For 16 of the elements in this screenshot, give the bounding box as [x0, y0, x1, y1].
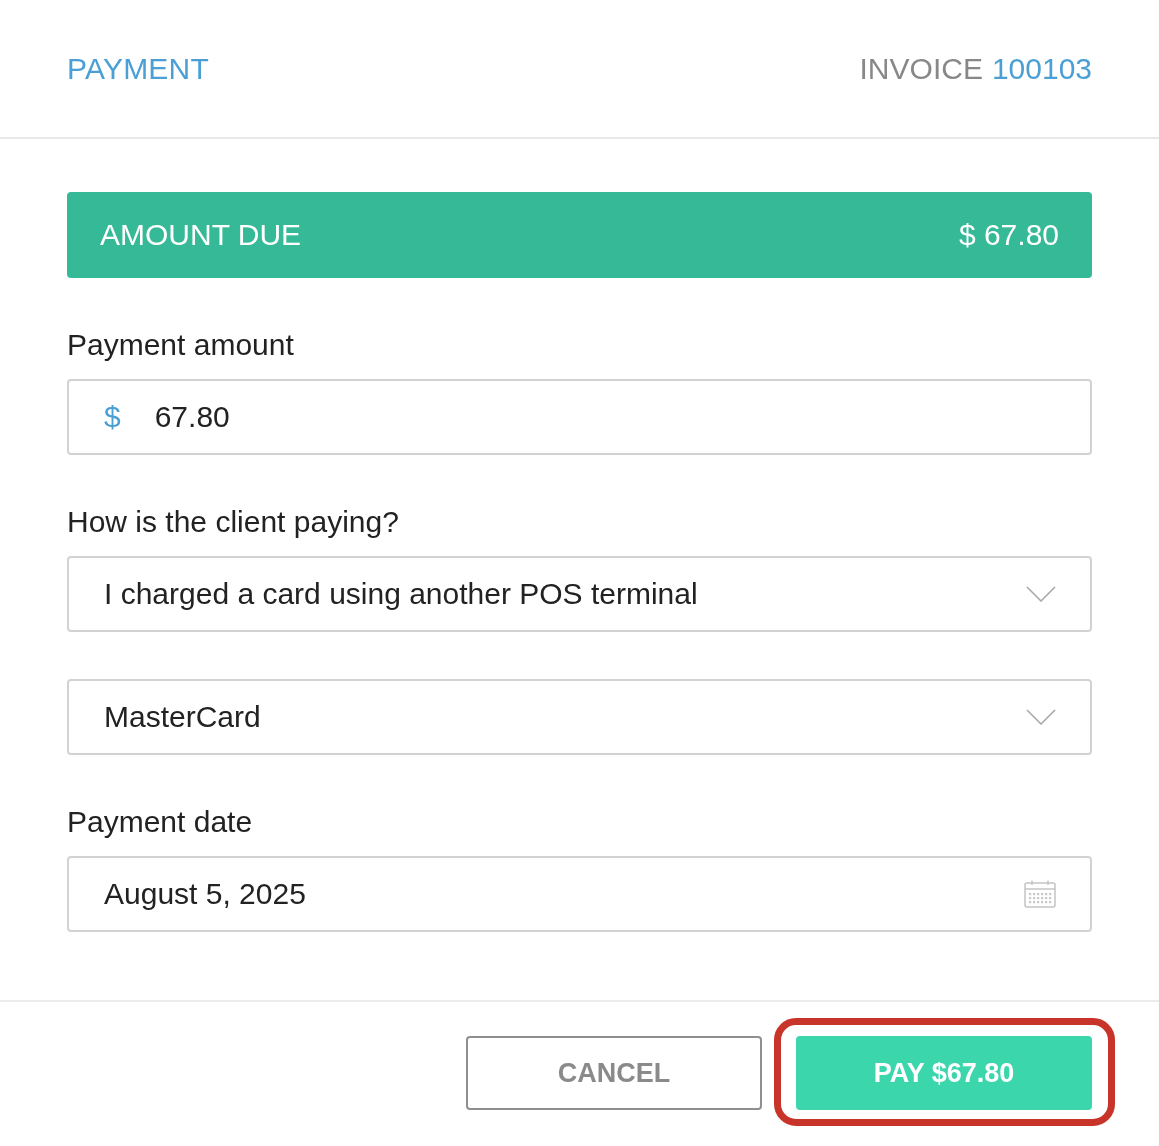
date-input-field[interactable]: August 5, 2025	[67, 856, 1092, 932]
field-label: Payment date	[67, 804, 253, 840]
invoice-label: INVOICE	[859, 51, 983, 86]
invoice-number: 100103	[991, 51, 1092, 86]
chevron-down-icon	[1026, 586, 1056, 602]
modal-title: PAYMENT	[67, 51, 209, 86]
amount-input-field[interactable]: $ 67.80	[67, 379, 1092, 455]
amount-due-value: $ 67.80	[958, 218, 1059, 252]
chevron-down-icon	[1026, 709, 1056, 725]
dropdown-select[interactable]: MasterCard	[67, 679, 1092, 755]
field-label: Payment amount	[67, 327, 294, 363]
field-label: How is the client paying?	[67, 504, 399, 540]
amount-due-label: AMOUNT DUE	[100, 218, 302, 252]
currency-symbol: $	[104, 400, 121, 434]
calendar-icon	[1024, 880, 1056, 908]
dropdown-select[interactable]: I charged a card using another POS terminal	[67, 556, 1092, 632]
